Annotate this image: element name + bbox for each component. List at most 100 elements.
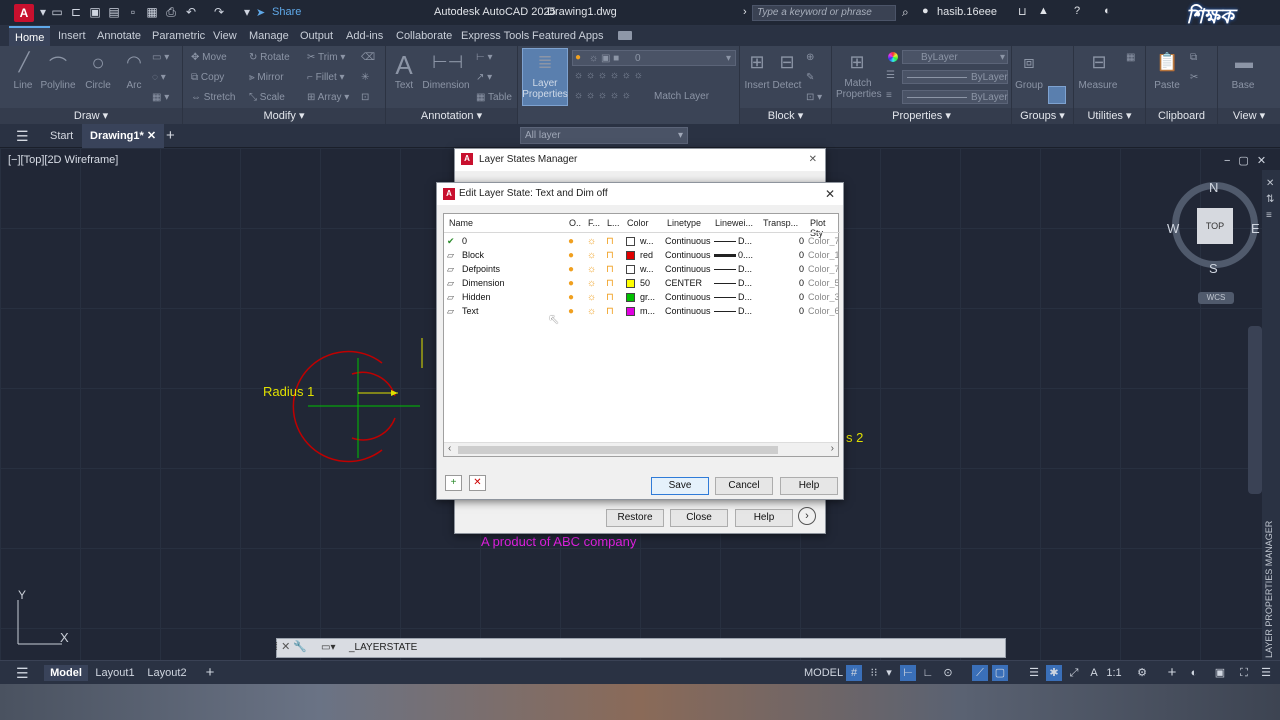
col-on[interactable]: O.. [569, 218, 581, 228]
circle-tool[interactable]: Circle [84, 80, 112, 91]
col-freeze[interactable]: F... [588, 218, 600, 228]
expand-icon[interactable]: › [798, 507, 816, 525]
isodraft-icon[interactable]: ⟋ [972, 665, 988, 681]
sun-thaw-icon[interactable]: ☼ [587, 236, 596, 247]
explode-icon[interactable]: ✳ [361, 72, 369, 83]
linetype[interactable]: Continuous [665, 306, 711, 316]
tab-add-ins[interactable]: Add-ins [340, 26, 389, 46]
modify-panel-title[interactable]: Modify ▾ [183, 108, 385, 124]
help-button[interactable]: Help [735, 509, 793, 527]
annotation-scale-icon[interactable]: A [1086, 665, 1102, 681]
tab-express-tools[interactable]: Express Tools [455, 26, 535, 46]
share-button[interactable]: Share [272, 6, 301, 18]
dimension-tool[interactable]: Dimension [422, 80, 470, 91]
tab-collaborate[interactable]: Collaborate [390, 26, 458, 46]
add-layout-icon[interactable]: + [202, 665, 218, 681]
lineweight-icon[interactable]: ☰ [886, 70, 895, 81]
transparency[interactable]: 0 [799, 250, 804, 260]
cloud-open-icon[interactable]: ▫ [126, 6, 140, 19]
command-line[interactable]: ⁞ ✕ 🔧 ▭▾ _LAYERSTATE [275, 638, 1006, 658]
lineweight[interactable]: D... [738, 264, 752, 274]
username[interactable]: hasib.16eee [937, 6, 997, 18]
edit-block-icon[interactable]: ✎ [806, 72, 814, 83]
polyline-icon[interactable]: ⌒ [46, 52, 70, 78]
new-tab-icon[interactable]: + [166, 124, 175, 148]
cart-icon[interactable]: ⊔ [1018, 5, 1027, 18]
table-row[interactable]: ▱ Hidden ● ☼ ⊓ gr... Continuous D... 0 C… [444, 292, 840, 305]
dimension-icon[interactable]: ⊢⊣ [432, 52, 463, 73]
lineweight[interactable]: D... [738, 278, 752, 288]
copy-tool[interactable]: ⧉ Copy [191, 72, 224, 83]
unlock-icon[interactable]: ⊓ [606, 236, 614, 247]
leader-icon[interactable]: ⊢ ▾ [476, 52, 493, 63]
copy-clip-icon[interactable]: ⧉ [1190, 52, 1197, 63]
transparency[interactable]: 0 [799, 306, 804, 316]
layer-filter-dropdown[interactable]: All layer ▾ [520, 127, 688, 144]
polyline-tool[interactable]: Polyline [38, 80, 78, 91]
clean-screen-icon[interactable]: ⛶ [1236, 665, 1252, 681]
transparency[interactable]: 0 [799, 264, 804, 274]
sun-thaw-icon[interactable]: ☼ [587, 250, 596, 261]
insert-icon[interactable]: ⊞ [746, 52, 768, 73]
layer-table[interactable]: Name O.. F... L... Color Linetype Linewe… [443, 213, 840, 457]
table-row[interactable]: ▱ Block ● ☼ ⊓ red Continuous 0.... 0 Col… [444, 250, 840, 263]
lineweight-dropdown[interactable]: ByLayer [902, 70, 1008, 84]
lightbulb-on-icon[interactable]: ● [568, 292, 574, 303]
redo-icon[interactable]: ↷ [212, 6, 226, 19]
measure-icon[interactable]: ⊟ [1088, 52, 1110, 73]
autodesk-a360-icon[interactable]: ▲ [1038, 5, 1049, 17]
line-icon[interactable]: ╱ [14, 52, 34, 73]
text-tool[interactable]: Text [392, 80, 416, 91]
gear-icon[interactable]: ⚙ [1134, 665, 1150, 681]
trim-tool[interactable]: ✂ Trim ▾ [307, 52, 345, 63]
sun-thaw-icon[interactable]: ☼ [587, 292, 596, 303]
paste-tool[interactable]: Paste [1152, 80, 1182, 91]
wcs-menu[interactable]: WCS [1198, 292, 1234, 304]
col-plot-style[interactable]: Plot Sty [810, 218, 838, 238]
tab-annotate[interactable]: Annotate [91, 26, 147, 46]
save-icon[interactable]: ▣ [88, 6, 102, 19]
transparency[interactable]: 0 [799, 236, 804, 246]
linetype[interactable]: Continuous [665, 236, 711, 246]
move-tool[interactable]: ✥ Move [191, 52, 227, 63]
scrollbar-thumb[interactable] [458, 446, 778, 454]
match-properties-tool[interactable]: Match Properties [836, 78, 882, 100]
undo-icon[interactable]: ↶ [184, 6, 198, 19]
color-swatch[interactable] [626, 293, 635, 302]
unlock-icon[interactable]: ⊓ [606, 306, 614, 317]
match-layer-tool[interactable]: Match Layer [654, 91, 709, 102]
application-menu-button[interactable]: A [14, 4, 34, 22]
cut-icon[interactable]: ✂ [1190, 72, 1198, 83]
drawing-tab[interactable]: Drawing1* ✕ [82, 124, 165, 148]
auto-scale-icon[interactable]: ⤢ [1066, 665, 1082, 681]
base-view-icon[interactable]: ▬ [1232, 52, 1256, 73]
search-icon[interactable]: ⌕ [902, 5, 909, 20]
hamburger-icon[interactable]: ☰ [16, 665, 29, 681]
table-row[interactable]: ▱ Dimension ● ☼ ⊓ 50 CENTER D... 0 Color… [444, 278, 840, 291]
tab-home[interactable]: Home [9, 26, 51, 46]
block-panel-title[interactable]: Block ▾ [740, 108, 831, 124]
save-as-icon[interactable]: ▤ [107, 6, 121, 19]
help-icon[interactable]: ? [1074, 5, 1080, 17]
grid-icon[interactable]: # [846, 665, 862, 681]
col-linetype[interactable]: Linetype [667, 218, 701, 228]
arc-tool[interactable]: Arc [122, 80, 146, 91]
color-dropdown[interactable]: ByLayer ▾ [902, 50, 1008, 64]
transparency[interactable]: 0 [799, 292, 804, 302]
linetype[interactable]: Continuous [665, 250, 711, 260]
search-input[interactable]: Type a keyword or phrase [752, 5, 896, 21]
layer-tools-row1[interactable]: ☼ ☼ ☼ ☼ ☼ ☼ [574, 70, 643, 81]
navigation-bar[interactable] [1248, 326, 1262, 494]
tab-manage[interactable]: Manage [243, 26, 295, 46]
polar-icon[interactable]: ⊙ [940, 665, 956, 681]
command-text[interactable]: _LAYERSTATE [349, 642, 417, 653]
close-icon[interactable]: ✕ [147, 130, 156, 142]
close-button[interactable]: Close [670, 509, 728, 527]
horizontal-scrollbar[interactable]: ‹ › [444, 442, 838, 456]
add-layer-icon[interactable]: + [445, 475, 462, 491]
properties-panel-title[interactable]: Properties ▾ [832, 108, 1011, 124]
lightbulb-on-icon[interactable]: ● [568, 250, 574, 261]
color-wheel-icon[interactable] [888, 52, 898, 62]
fillet-tool[interactable]: ⌐ Fillet ▾ [307, 72, 345, 83]
cancel-button[interactable]: Cancel [715, 477, 773, 495]
